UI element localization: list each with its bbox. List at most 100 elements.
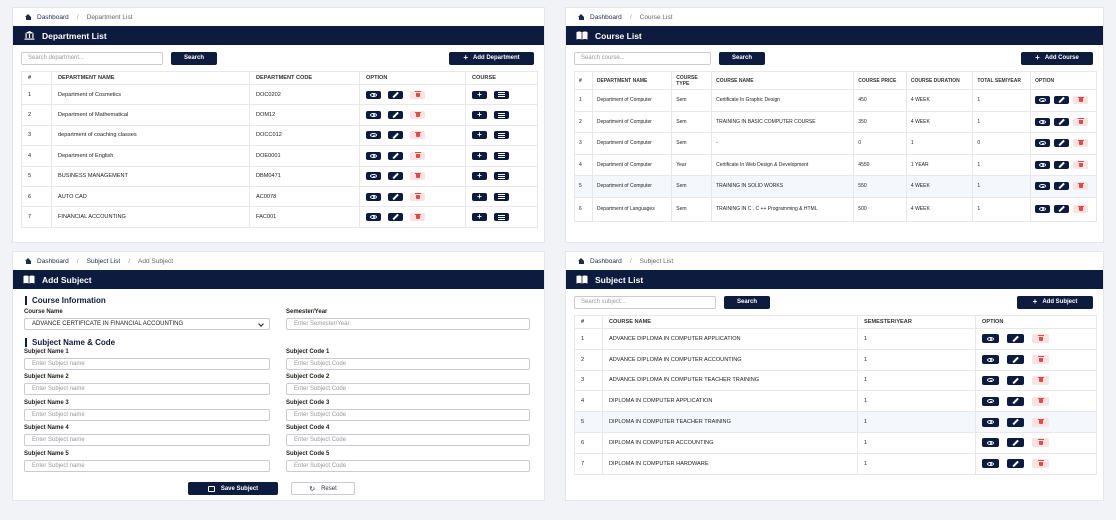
view-button[interactable] (366, 172, 381, 181)
search-button[interactable]: Search (724, 295, 770, 309)
view-button[interactable] (982, 417, 999, 427)
list-courses-button[interactable] (494, 131, 509, 140)
add-course-row-button[interactable]: + (472, 151, 487, 160)
course-name-select[interactable]: ADVANCE CERTIFICATE IN FINANCIAL ACCOUNT… (24, 318, 270, 330)
edit-button[interactable] (1007, 459, 1024, 469)
breadcrumb-subject-list-link[interactable]: Subject List (87, 258, 121, 265)
subject-code-input[interactable]: Enter Subject Code (286, 408, 530, 421)
delete-button[interactable] (410, 131, 425, 140)
delete-button[interactable] (1073, 205, 1088, 213)
subject-name-input[interactable]: Enter Subject name (24, 434, 270, 447)
edit-button[interactable] (388, 131, 403, 140)
edit-button[interactable] (1007, 334, 1024, 344)
delete-button[interactable] (1032, 459, 1049, 469)
view-button[interactable] (366, 192, 381, 201)
subject-name-input[interactable]: Enter Subject name (24, 408, 270, 421)
search-input[interactable]: Search department... (21, 51, 163, 65)
add-course-row-button[interactable]: + (472, 192, 487, 201)
edit-button[interactable] (1007, 375, 1024, 385)
edit-button[interactable] (388, 192, 403, 201)
edit-button[interactable] (1054, 160, 1069, 169)
breadcrumb-dashboard-link[interactable]: Dashboard (590, 258, 622, 265)
view-button[interactable] (1035, 139, 1050, 148)
semester-year-input[interactable]: Enter Semester/Year (286, 318, 530, 330)
edit-button[interactable] (1054, 205, 1069, 213)
reset-button[interactable]: ↻ Reset (291, 482, 355, 495)
edit-button[interactable] (388, 172, 403, 181)
delete-button[interactable] (1073, 96, 1088, 105)
view-button[interactable] (366, 213, 381, 222)
list-courses-button[interactable] (494, 172, 509, 181)
add-subject-button[interactable]: + Add Subject (1017, 295, 1093, 309)
search-input[interactable]: Search subject... (574, 295, 716, 309)
breadcrumb-dashboard-link[interactable]: Dashboard (37, 14, 69, 21)
subject-name-input[interactable]: Enter Subject name (24, 358, 270, 370)
search-input[interactable]: Search course... (574, 51, 711, 65)
add-course-button[interactable]: + Add Course (1021, 51, 1093, 65)
breadcrumb-dashboard-link[interactable]: Dashboard (590, 14, 622, 21)
delete-button[interactable] (1073, 139, 1088, 148)
search-button[interactable]: Search (171, 51, 217, 65)
subject-code-input[interactable]: Enter Subject Code (286, 459, 530, 472)
view-button[interactable] (1035, 160, 1050, 169)
delete-button[interactable] (1032, 355, 1049, 365)
subject-code-input[interactable]: Enter Subject Code (286, 434, 530, 447)
delete-button[interactable] (1032, 438, 1049, 448)
add-course-row-button[interactable]: + (472, 111, 487, 120)
add-department-button[interactable]: + Add Department (449, 51, 534, 65)
edit-button[interactable] (388, 111, 403, 120)
edit-button[interactable] (1054, 96, 1069, 105)
view-button[interactable] (1035, 96, 1050, 105)
delete-button[interactable] (1032, 417, 1049, 427)
breadcrumb-dashboard-link[interactable]: Dashboard (37, 258, 69, 265)
delete-button[interactable] (1073, 182, 1088, 191)
delete-button[interactable] (1032, 334, 1049, 344)
view-button[interactable] (1035, 117, 1050, 126)
subject-code-input[interactable]: Enter Subject Code (286, 358, 530, 370)
delete-button[interactable] (1073, 117, 1088, 126)
edit-button[interactable] (1007, 396, 1024, 406)
subject-name-input[interactable]: Enter Subject name (24, 383, 270, 396)
view-button[interactable] (982, 375, 999, 385)
subject-code-input[interactable]: Enter Subject Code (286, 383, 530, 396)
list-courses-button[interactable] (494, 213, 509, 222)
list-courses-button[interactable] (494, 90, 509, 99)
view-button[interactable] (366, 111, 381, 120)
view-button[interactable] (982, 355, 999, 365)
edit-button[interactable] (1007, 355, 1024, 365)
delete-button[interactable] (1032, 375, 1049, 385)
list-courses-button[interactable] (494, 111, 509, 120)
delete-button[interactable] (410, 192, 425, 201)
edit-button[interactable] (1054, 139, 1069, 148)
view-button[interactable] (982, 438, 999, 448)
view-button[interactable] (982, 459, 999, 469)
delete-button[interactable] (410, 151, 425, 160)
view-button[interactable] (366, 151, 381, 160)
save-subject-button[interactable]: Save Subject (188, 482, 278, 495)
delete-button[interactable] (410, 111, 425, 120)
add-course-row-button[interactable]: + (472, 172, 487, 181)
view-button[interactable] (1035, 182, 1050, 191)
list-courses-button[interactable] (494, 151, 509, 160)
search-button[interactable]: Search (719, 51, 765, 65)
subject-name-input[interactable]: Enter Subject name (24, 459, 270, 472)
edit-button[interactable] (388, 90, 403, 99)
edit-button[interactable] (1007, 438, 1024, 448)
delete-button[interactable] (410, 90, 425, 99)
delete-button[interactable] (1032, 396, 1049, 406)
edit-button[interactable] (388, 213, 403, 222)
add-course-row-button[interactable]: + (472, 213, 487, 222)
edit-button[interactable] (1054, 182, 1069, 191)
view-button[interactable] (366, 90, 381, 99)
delete-button[interactable] (410, 213, 425, 222)
add-course-row-button[interactable]: + (472, 90, 487, 99)
view-button[interactable] (982, 396, 999, 406)
add-course-row-button[interactable]: + (472, 131, 487, 140)
view-button[interactable] (366, 131, 381, 140)
view-button[interactable] (982, 334, 999, 344)
delete-button[interactable] (410, 172, 425, 181)
list-courses-button[interactable] (494, 192, 509, 201)
view-button[interactable] (1035, 205, 1050, 213)
edit-button[interactable] (1007, 417, 1024, 427)
edit-button[interactable] (1054, 117, 1069, 126)
